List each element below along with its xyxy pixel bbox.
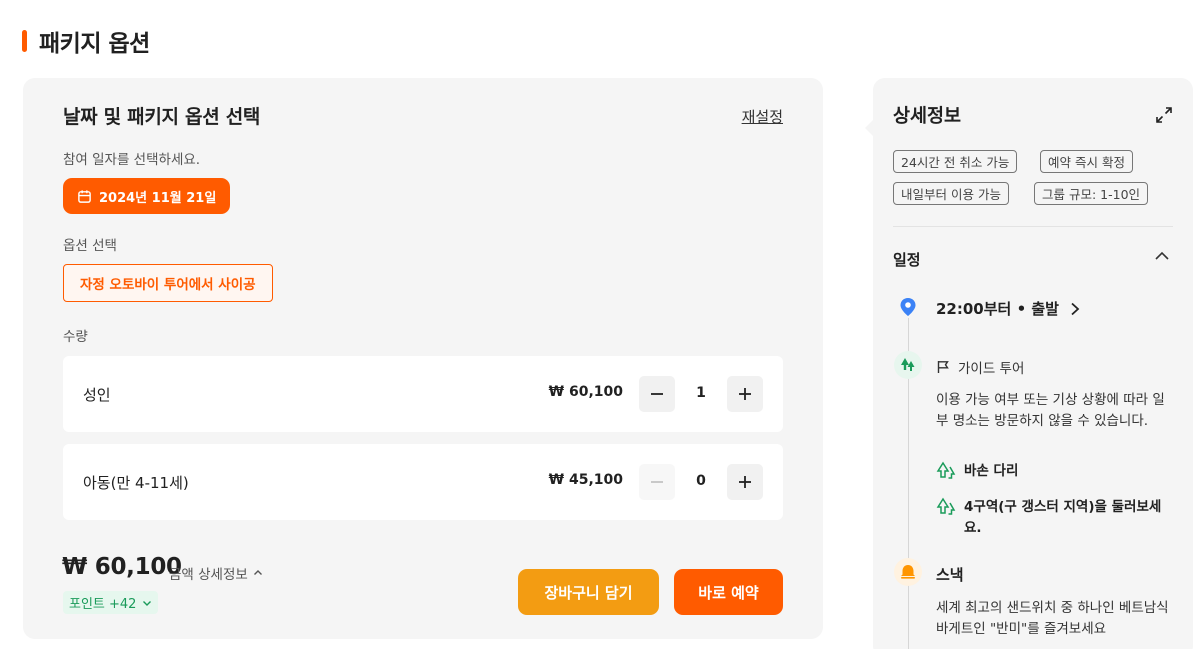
- timeline-snack: 스낵: [936, 564, 964, 585]
- quantity-row-name: 아동(만 4-11세): [83, 474, 189, 492]
- option-label: 옵션 선택: [63, 238, 117, 254]
- adult-plus-button[interactable]: [727, 376, 763, 412]
- minus-icon: [651, 393, 663, 395]
- location-pin-icon: [900, 298, 916, 316]
- points-label: 포인트 +42: [69, 597, 137, 612]
- timeline-start[interactable]: 22:00부터 • 출발: [936, 298, 1081, 319]
- add-to-cart-button[interactable]: 장바구니 담기: [518, 569, 659, 615]
- booking-heading: 날짜 및 패키지 옵션 선택: [63, 106, 261, 128]
- minus-icon: [651, 481, 663, 483]
- schedule-heading: 일정: [893, 251, 921, 269]
- plus-icon: [739, 476, 751, 488]
- chevron-right-icon: [1071, 302, 1080, 315]
- reset-link[interactable]: 재설정: [742, 106, 783, 127]
- quantity-row-adult: 성인 ₩ 60,100 1: [63, 356, 783, 432]
- details-panel: 상세정보 24시간 전 취소 가능 예약 즉시 확정 내일부터 이용 가능 그룹…: [865, 78, 1193, 649]
- guide-label: 가이드 투어: [958, 361, 1025, 377]
- plus-icon: [739, 388, 751, 400]
- expand-icon[interactable]: [1155, 106, 1173, 124]
- timeline-guide-marker: [894, 351, 922, 379]
- snack-label: 스낵: [936, 566, 964, 584]
- guide-note: 이용 가능 여부 또는 기상 상황에 따라 일부 명소는 방문하지 않을 수 있…: [936, 392, 1165, 429]
- quantity-row-child: 아동(만 4-11세) ₩ 45,100 0: [63, 444, 783, 520]
- timeline-snack-marker: [894, 558, 922, 586]
- quantity-label: 수량: [63, 329, 88, 345]
- chevron-up-icon: [253, 570, 262, 575]
- option-chip[interactable]: 자정 오토바이 투어에서 사이공: [63, 264, 273, 302]
- title-accent-bar: [22, 30, 27, 52]
- page-title-text: 패키지 옵션: [39, 31, 150, 57]
- snack-note: 세계 최고의 샌드위치 중 하나인 베트남식 바게트인 "반미"를 즐겨보세요: [936, 600, 1169, 637]
- booking-panel: 날짜 및 패키지 옵션 선택 재설정 참여 일자를 선택하세요. 2024년 1…: [23, 78, 823, 639]
- child-quantity-value: 0: [696, 473, 706, 489]
- flag-icon: [937, 361, 949, 373]
- trees-icon: [901, 358, 915, 371]
- timeline-stop: 4구역(구 갱스터 지역)을 둘러보세요.: [936, 497, 1174, 539]
- adult-minus-button[interactable]: [639, 376, 675, 412]
- adult-quantity-value: 1: [696, 385, 706, 401]
- trees-icon: [936, 497, 956, 515]
- date-prompt: 참여 일자를 선택하세요.: [63, 152, 201, 168]
- tag-instant-confirm: 예약 즉시 확정: [1040, 150, 1133, 173]
- details-divider: [893, 226, 1173, 227]
- trees-icon: [936, 461, 956, 479]
- date-chip-label: 2024년 11월 21일: [99, 190, 217, 206]
- price-detail-toggle[interactable]: 금액 상세정보: [169, 563, 263, 583]
- bell-icon: [901, 565, 915, 579]
- quantity-row-price: ₩ 60,100: [548, 384, 623, 400]
- tag-cancellation: 24시간 전 취소 가능: [893, 150, 1018, 173]
- tag-available-from: 내일부터 이용 가능: [893, 182, 1009, 205]
- tag-group-size: 그룹 규모: 1-10인: [1034, 182, 1149, 205]
- timeline-stop: 바손 다리: [936, 461, 1018, 482]
- price-detail-label: 금액 상세정보: [169, 567, 248, 583]
- quantity-row-price: ₩ 45,100: [548, 472, 623, 488]
- calendar-icon: [78, 189, 91, 203]
- chevron-up-icon[interactable]: [1154, 248, 1170, 264]
- chevron-down-icon: [143, 600, 152, 606]
- total-price: ₩ 60,100: [62, 554, 182, 580]
- timeline-start-label: 22:00부터 • 출발: [936, 300, 1059, 318]
- book-now-button[interactable]: 바로 예약: [674, 569, 783, 615]
- child-plus-button[interactable]: [727, 464, 763, 500]
- quantity-row-name: 성인: [83, 386, 111, 404]
- date-chip[interactable]: 2024년 11월 21일: [63, 178, 231, 214]
- points-badge[interactable]: 포인트 +42: [63, 591, 159, 614]
- timeline-start-marker: [894, 293, 922, 321]
- page-title: 패키지 옵션: [22, 24, 150, 58]
- stop-label: 바손 다리: [964, 463, 1019, 479]
- details-heading: 상세정보: [893, 106, 962, 127]
- stop-label: 4구역(구 갱스터 지역)을 둘러보세요.: [964, 499, 1162, 536]
- panel-pointer: [865, 120, 873, 136]
- child-minus-button[interactable]: [639, 464, 675, 500]
- timeline-guide: 가이드 투어: [936, 357, 1024, 377]
